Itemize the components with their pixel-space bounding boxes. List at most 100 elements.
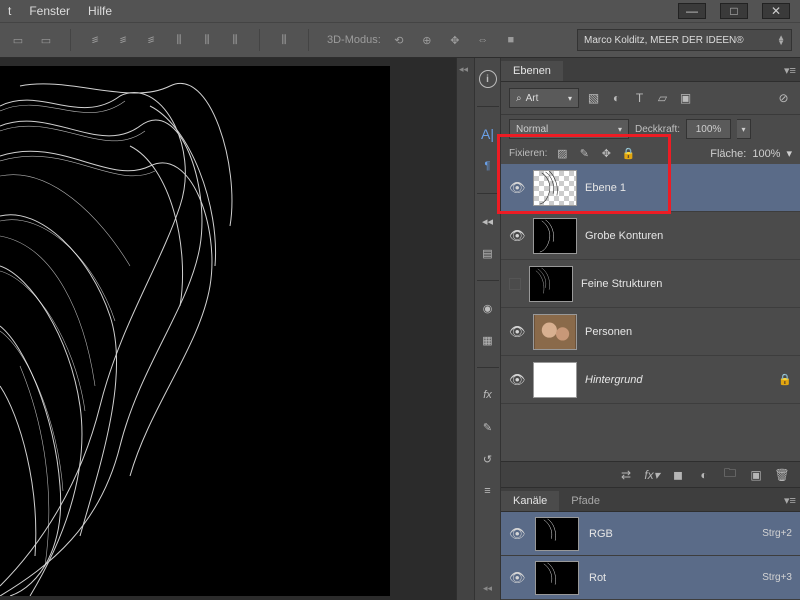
channel-row[interactable]: 👁 RGB Strg+2 xyxy=(501,512,800,556)
layers-empty-area xyxy=(501,404,800,461)
visibility-eye-icon[interactable]: 👁 xyxy=(509,180,525,196)
visibility-eye-icon[interactable] xyxy=(509,278,521,290)
color-panel-icon[interactable]: ◉ xyxy=(479,299,497,317)
adjustment-icon[interactable]: ◐ xyxy=(696,467,712,483)
tab-paths[interactable]: Pfade xyxy=(559,491,612,511)
3d-slide-icon[interactable]: ⇔ xyxy=(473,30,493,50)
menu-fenster[interactable]: Fenster xyxy=(29,4,70,18)
collapse-bottom-icon[interactable]: ◂◂ xyxy=(483,583,492,594)
channel-name: Rot xyxy=(589,572,606,584)
panel-menu-icon[interactable]: ▾≡ xyxy=(780,490,800,511)
distribute-icon-6[interactable]: ⫼ xyxy=(225,30,245,50)
distribute-icon-4[interactable]: ⫼ xyxy=(169,30,189,50)
layer-name: Ebene 1 xyxy=(585,182,626,194)
layer-thumbnail[interactable] xyxy=(533,314,577,350)
layers-collapse-icon[interactable]: ◂◂ xyxy=(479,212,497,230)
styles-panel-icon[interactable]: ▤ xyxy=(479,244,497,262)
user-dropdown[interactable]: Marco Kolditz, MEER DER IDEEN® ▲▼ xyxy=(577,29,792,51)
channel-name: RGB xyxy=(589,528,613,540)
window-close[interactable]: ✕ xyxy=(762,3,790,19)
fill-value[interactable]: 100% xyxy=(752,148,780,160)
blend-mode-dropdown[interactable]: Normal ▾ xyxy=(509,119,629,139)
channel-row[interactable]: 👁 Rot Strg+3 xyxy=(501,556,800,600)
tab-layers[interactable]: Ebenen xyxy=(501,61,563,81)
panel-menu-icon[interactable]: ▾≡ xyxy=(780,60,800,81)
fill-label: Fläche: xyxy=(710,148,746,160)
brush-panel-icon[interactable]: ✎ xyxy=(479,418,497,436)
tab-channels[interactable]: Kanäle xyxy=(501,491,559,511)
distribute-icon-5[interactable]: ⫼ xyxy=(197,30,217,50)
panels-column: Ebenen ▾≡ ⌕ Art ▾ ▧ ◐ T ▱ ▣ ⊘ Normal ▾ D… xyxy=(500,58,800,600)
visibility-eye-icon[interactable]: 👁 xyxy=(509,372,525,388)
group-icon[interactable]: 🗀 xyxy=(722,467,738,483)
swatches-panel-icon[interactable]: ▦ xyxy=(479,331,497,349)
layer-thumbnail[interactable] xyxy=(529,266,573,302)
options-bar: ▭ ▭ ꠵ ꠵ ꠵ ⫼ ⫼ ⫼ ⫼ 3D-Modus: ⟲ ⊕ ✥ ⇔ ■ Ma… xyxy=(0,22,800,58)
visibility-eye-icon[interactable]: 👁 xyxy=(509,526,525,542)
visibility-eye-icon[interactable]: 👁 xyxy=(509,228,525,244)
menu-hilfe[interactable]: Hilfe xyxy=(88,4,112,18)
user-label: Marco Kolditz, MEER DER IDEEN® xyxy=(584,35,744,46)
layer-row[interactable]: 👁 Hintergrund 🔒 xyxy=(501,356,800,404)
mode-3d-label: 3D-Modus: xyxy=(327,34,381,46)
window-maximize[interactable]: □ xyxy=(720,3,748,19)
layer-filter-row: ⌕ Art ▾ ▧ ◐ T ▱ ▣ ⊘ xyxy=(501,82,800,115)
window-minimize[interactable]: — xyxy=(678,3,706,19)
visibility-eye-icon[interactable]: 👁 xyxy=(509,570,525,586)
mask-icon[interactable]: ◼ xyxy=(670,467,686,483)
align-icon-2[interactable]: ▭ xyxy=(36,30,56,50)
lock-all-icon[interactable]: 🔒 xyxy=(621,147,635,161)
info-panel-icon[interactable]: i xyxy=(479,70,497,88)
layer-row[interactable]: 👁 Grobe Konturen xyxy=(501,212,800,260)
visibility-eye-icon[interactable]: 👁 xyxy=(509,324,525,340)
distribute-icon-3[interactable]: ꠵ xyxy=(141,30,161,50)
distribute-icon-1[interactable]: ꠵ xyxy=(85,30,105,50)
layer-row[interactable]: Feine Strukturen xyxy=(501,260,800,308)
panel-icon-strip: i A| ¶ ◂◂ ▤ ◉ ▦ fx ✎ ↺ ≡ ◂◂ xyxy=(474,58,500,600)
trash-icon[interactable]: 🗑 xyxy=(774,467,790,483)
fx-panel-icon[interactable]: fx xyxy=(479,386,497,404)
character-panel-icon[interactable]: A| xyxy=(479,125,497,143)
3d-orbit-icon[interactable]: ⟲ xyxy=(389,30,409,50)
chevron-down-icon: ▾ xyxy=(618,125,622,134)
layer-thumbnail[interactable] xyxy=(533,362,577,398)
layer-thumbnail[interactable] xyxy=(533,170,577,206)
panel-collapse-strip[interactable]: ◂◂ xyxy=(456,58,474,600)
lock-transparent-icon[interactable]: ▨ xyxy=(555,147,569,161)
layers-bottom-buttons: ⇄ fx▾ ◼ ◐ 🗀 ▣ 🗑 xyxy=(501,461,800,487)
fx-icon[interactable]: fx▾ xyxy=(644,467,660,483)
3d-roll-icon[interactable]: ⊕ xyxy=(417,30,437,50)
filter-pixel-icon[interactable]: ▧ xyxy=(585,90,602,107)
layers-list: 👁 Ebene 1 👁 Grobe Konturen Feine Struktu xyxy=(501,164,800,404)
3d-scale-icon[interactable]: ■ xyxy=(501,30,521,50)
opacity-label: Deckkraft: xyxy=(635,124,680,135)
layer-thumbnail[interactable] xyxy=(533,218,577,254)
paragraph-panel-icon[interactable]: ¶ xyxy=(479,157,497,175)
history-panel-icon[interactable]: ↺ xyxy=(479,450,497,468)
new-layer-icon[interactable]: ▣ xyxy=(748,467,764,483)
distribute-icon-2[interactable]: ꠵ xyxy=(113,30,133,50)
lock-paint-icon[interactable]: ✎ xyxy=(577,147,591,161)
opacity-dropdown-icon[interactable]: ▾ xyxy=(737,119,751,139)
align-icon[interactable]: ▭ xyxy=(8,30,28,50)
fill-dropdown-icon[interactable]: ▾ xyxy=(786,147,792,160)
layer-row[interactable]: 👁 Personen xyxy=(501,308,800,356)
filter-kind-dropdown[interactable]: ⌕ Art ▾ xyxy=(509,88,579,108)
opacity-value[interactable]: 100% xyxy=(686,119,731,139)
canvas[interactable] xyxy=(0,58,456,600)
filter-adjust-icon[interactable]: ◐ xyxy=(608,90,625,107)
filter-smart-icon[interactable]: ▣ xyxy=(677,90,694,107)
lock-icon: 🔒 xyxy=(778,373,792,386)
filter-type-icon[interactable]: T xyxy=(631,90,648,107)
filter-shape-icon[interactable]: ▱ xyxy=(654,90,671,107)
filter-toggle-icon[interactable]: ⊘ xyxy=(775,90,792,107)
3d-pan-icon[interactable]: ✥ xyxy=(445,30,465,50)
link-layers-icon[interactable]: ⇄ xyxy=(618,467,634,483)
distribute-icon-7[interactable]: ⫼ xyxy=(274,30,294,50)
actions-panel-icon[interactable]: ≡ xyxy=(479,482,497,500)
canvas-image xyxy=(0,66,390,596)
layer-row[interactable]: 👁 Ebene 1 xyxy=(501,164,800,212)
lock-position-icon[interactable]: ✥ xyxy=(599,147,613,161)
layer-name: Hintergrund xyxy=(585,374,642,386)
menu-item-t[interactable]: t xyxy=(8,4,11,18)
